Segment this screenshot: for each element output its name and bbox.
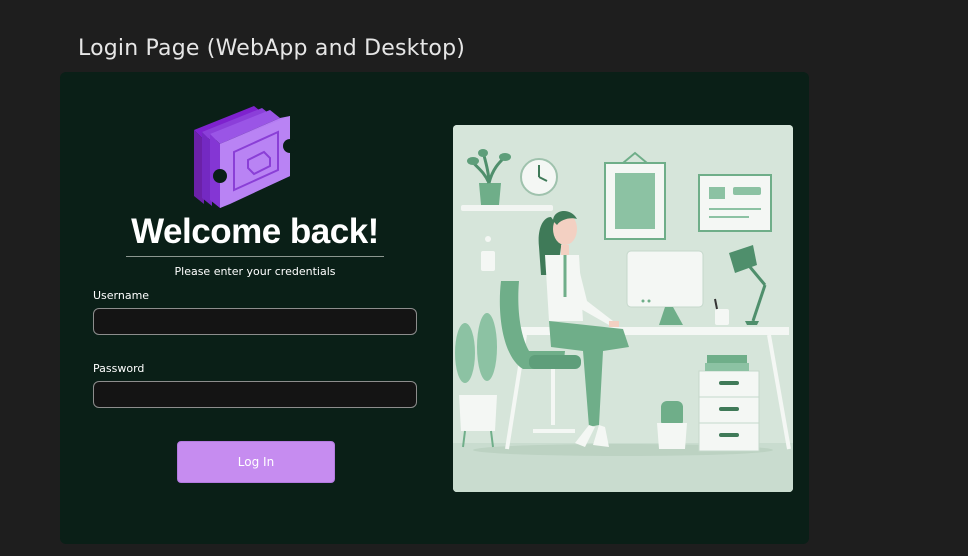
credentials-subtitle: Please enter your credentials <box>174 265 336 278</box>
password-label: Password <box>93 362 145 375</box>
login-button[interactable]: Log In <box>177 441 335 483</box>
frame-title: Login Page (WebApp and Desktop) <box>78 36 466 61</box>
workspace-illustration <box>453 125 793 492</box>
username-input[interactable] <box>93 308 417 335</box>
password-input[interactable] <box>93 381 417 408</box>
tickets-logo-icon <box>194 106 296 208</box>
username-label: Username <box>93 289 150 302</box>
login-card: Welcome back! Please enter your credenti… <box>60 72 809 544</box>
heading-divider <box>126 256 384 257</box>
welcome-heading: Welcome back! <box>131 212 379 251</box>
woman-at-desk-illustration-icon <box>453 125 793 492</box>
